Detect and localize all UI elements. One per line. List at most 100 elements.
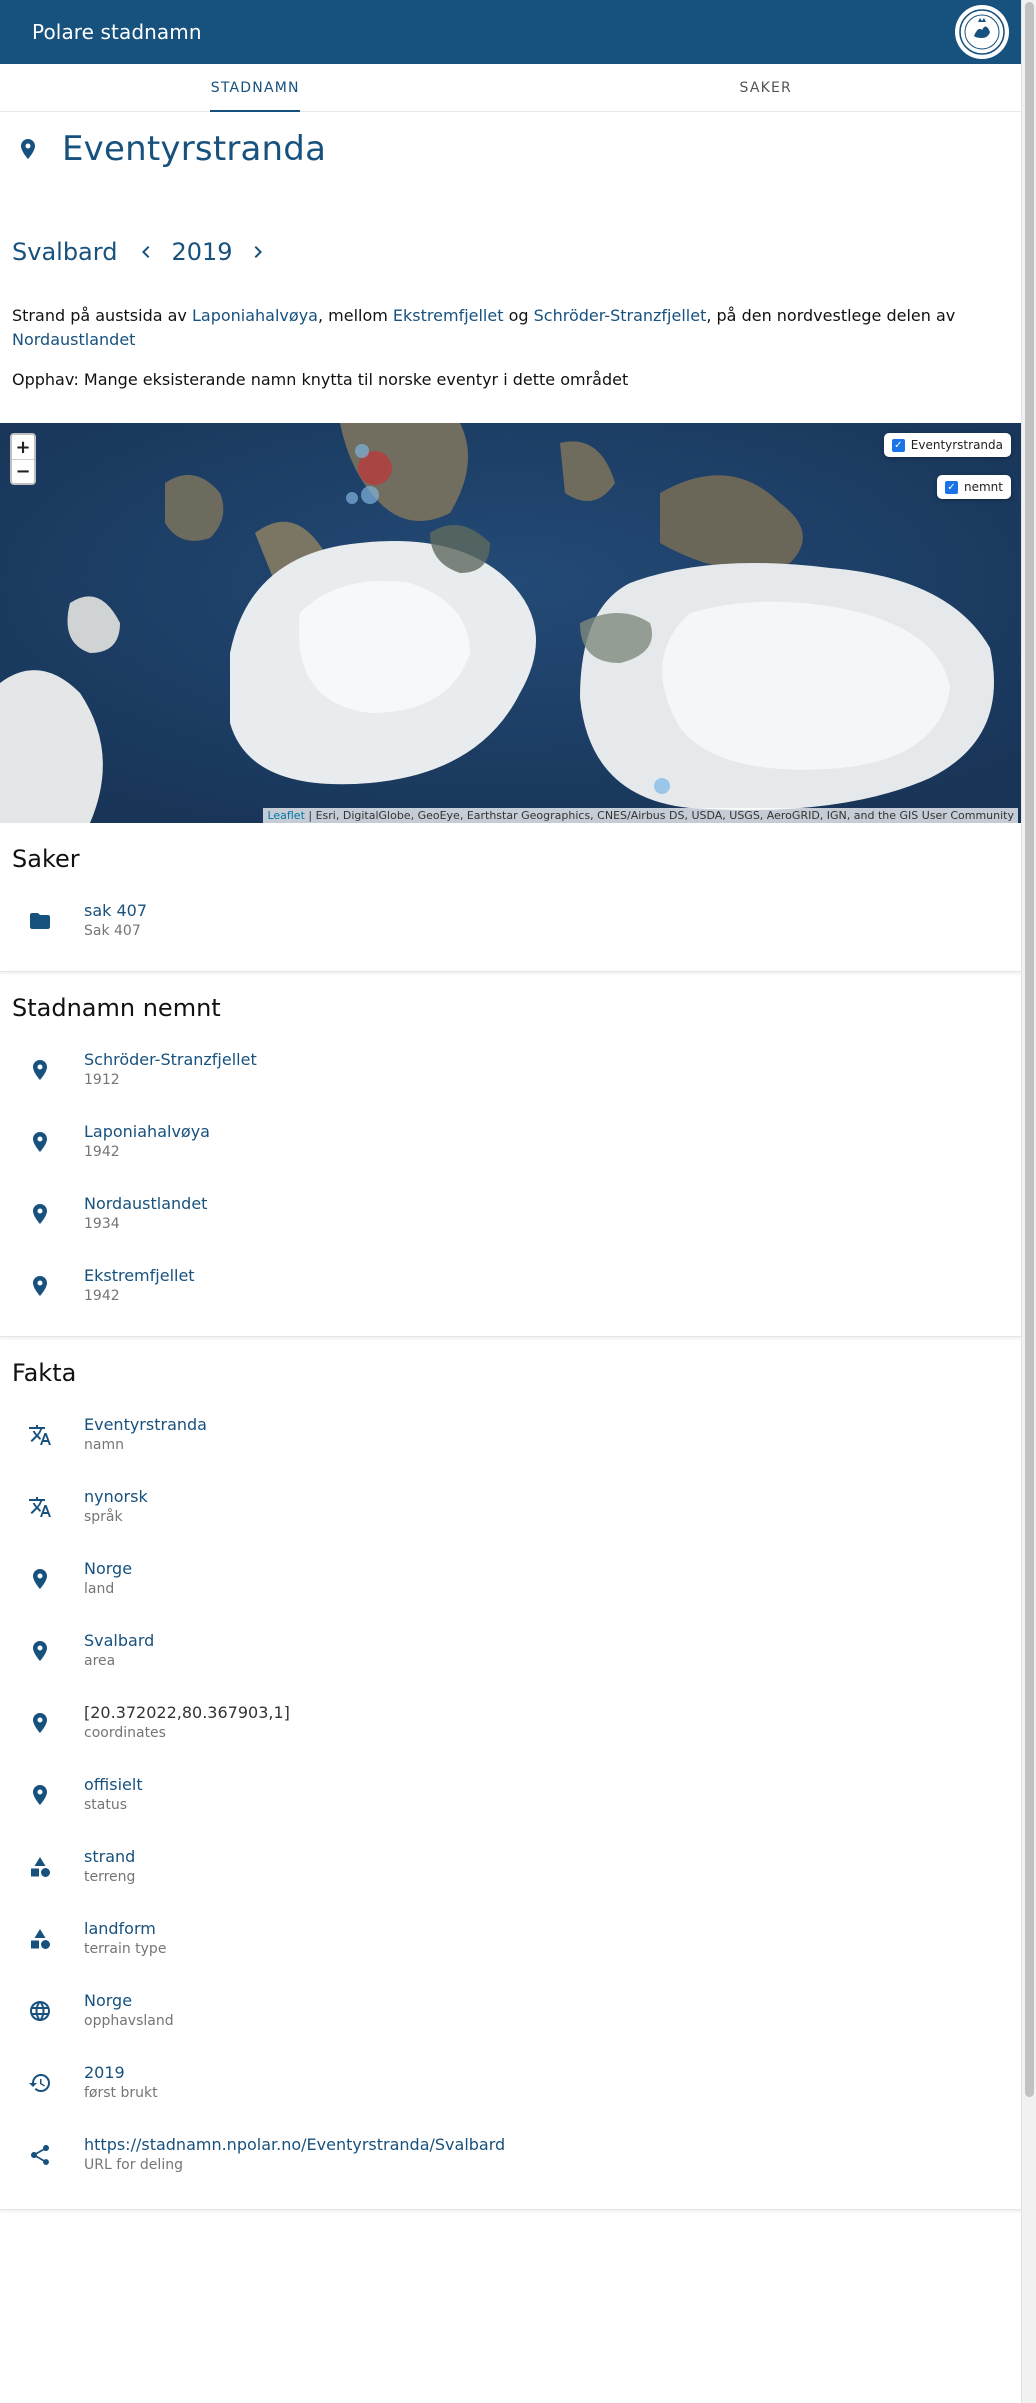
item-primary[interactable]: offisielt xyxy=(84,1775,143,1795)
section-heading: Saker xyxy=(12,845,80,873)
layer-label: Eventyrstranda xyxy=(910,438,1003,452)
checkbox-checked-icon[interactable]: ✓ xyxy=(891,438,905,452)
area-year-selector: Svalbard 2019 xyxy=(0,232,1021,272)
attribution-text: | Esri, DigitalGlobe, GeoEye, Earthstar … xyxy=(304,809,1014,822)
fact-item-status[interactable]: offisielt status xyxy=(0,1759,1021,1831)
area-link[interactable]: Svalbard xyxy=(12,238,117,266)
nemnt-section: Stadnamn nemnt Schröder-Stranzfjellet 191… xyxy=(0,972,1021,1337)
marker-nemnt[interactable] xyxy=(654,778,670,794)
list-item[interactable]: Laponiahalvøya 1942 xyxy=(0,1106,1021,1178)
fact-item-namn[interactable]: Eventyrstranda namn xyxy=(0,1399,1021,1471)
chevron-right-icon[interactable] xyxy=(243,237,273,267)
place-icon xyxy=(21,139,35,159)
vertical-scrollbar[interactable] xyxy=(1021,0,1036,2403)
checkbox-checked-icon[interactable]: ✓ xyxy=(945,480,958,494)
zoom-in-button[interactable]: + xyxy=(12,435,34,459)
list-item[interactable]: Nordaustlandet 1934 xyxy=(0,1178,1021,1250)
saker-section: Saker sak 407 Sak 407 xyxy=(0,823,1021,972)
item-primary[interactable]: Norge xyxy=(84,1991,174,2011)
link-laponiahalvoya[interactable]: Laponiahalvøya xyxy=(192,306,318,325)
place-heading: Eventyrstranda xyxy=(0,112,1021,186)
fakta-section: Fakta Eventyrstranda namn nynorsk språk No… xyxy=(0,1337,1021,2210)
item-primary[interactable]: Norge xyxy=(84,1559,132,1579)
zoom-out-button[interactable]: − xyxy=(12,459,34,483)
fact-item-land[interactable]: Norge land xyxy=(0,1543,1021,1615)
item-primary[interactable]: landform xyxy=(84,1919,166,1939)
place-icon xyxy=(24,1567,56,1591)
link-ekstremfjellet[interactable]: Ekstremfjellet xyxy=(393,306,504,325)
marker-nemnt[interactable] xyxy=(355,444,369,458)
tab-stadnamn[interactable]: STADNAMN xyxy=(0,64,511,111)
tab-saker[interactable]: SAKER xyxy=(511,64,1022,111)
place-icon xyxy=(24,1058,56,1082)
item-secondary: først brukt xyxy=(84,2085,158,2101)
link-nordaustlandet[interactable]: Nordaustlandet xyxy=(12,330,135,349)
layer-label: nemnt xyxy=(964,480,1003,494)
layer-toggle-eventyrstranda[interactable]: ✓ Eventyrstranda xyxy=(883,433,1011,457)
item-secondary: terreng xyxy=(84,1869,136,1885)
description-text: , mellom xyxy=(317,306,393,325)
tab-bar: STADNAMN SAKER xyxy=(0,64,1021,112)
fact-item-forst-brukt[interactable]: 2019 først brukt xyxy=(0,2047,1021,2119)
item-primary[interactable]: nynorsk xyxy=(84,1487,148,1507)
item-secondary: 1934 xyxy=(84,1216,120,1232)
fact-item-terrain-type[interactable]: landform terrain type xyxy=(0,1903,1021,1975)
item-secondary: terrain type xyxy=(84,1941,167,1957)
share-url-link[interactable]: https://stadnamn.npolar.no/Eventyrstrand… xyxy=(84,2135,505,2155)
fact-item-terreng[interactable]: strand terreng xyxy=(0,1831,1021,1903)
item-secondary: 1942 xyxy=(84,1144,120,1160)
link-schroder-stranzfjellet[interactable]: Schröder-Stranzfjellet xyxy=(534,306,707,325)
page: Polare stadnamn STADNAMN SAKER Eventyrst… xyxy=(0,0,1021,2403)
item-secondary: land xyxy=(84,1581,115,1597)
item-secondary: namn xyxy=(84,1437,124,1453)
map[interactable]: + − ✓ Eventyrstranda ✓ nemnt Leaflet | E… xyxy=(0,423,1021,823)
item-secondary: Sak 407 xyxy=(84,923,141,939)
history-icon xyxy=(24,2071,56,2095)
folder-icon xyxy=(24,909,56,933)
year-value: 2019 xyxy=(171,238,233,266)
list-item[interactable]: Ekstremfjellet 1942 xyxy=(0,1250,1021,1322)
description-text: Strand på austsida av xyxy=(12,306,192,325)
satellite-imagery xyxy=(0,423,1021,823)
section-heading: Fakta xyxy=(12,1359,77,1387)
place-origin: Opphav: Mange eksisterande namn knytta t… xyxy=(12,370,629,389)
category-icon xyxy=(24,1855,56,1879)
scrollbar-thumb[interactable] xyxy=(1025,2,1034,2097)
marker-nemnt[interactable] xyxy=(361,486,379,504)
list-item[interactable]: Schröder-Stranzfjellet 1912 xyxy=(0,1034,1021,1106)
place-icon xyxy=(24,1711,56,1735)
chevron-left-icon[interactable] xyxy=(131,237,161,267)
page-title: Eventyrstranda xyxy=(62,129,327,169)
layer-toggle-nemnt[interactable]: ✓ nemnt xyxy=(937,475,1011,499)
fact-item-area[interactable]: Svalbard area xyxy=(0,1615,1021,1687)
item-primary[interactable]: sak 407 xyxy=(84,901,147,921)
item-primary[interactable]: 2019 xyxy=(84,2063,158,2083)
item-primary[interactable]: Svalbard xyxy=(84,1631,154,1651)
item-secondary: språk xyxy=(84,1509,123,1525)
fact-item-coordinates: [20.372022,80.367903,1] coordinates xyxy=(0,1687,1021,1759)
translate-icon xyxy=(24,1423,56,1447)
item-primary[interactable]: strand xyxy=(84,1847,135,1867)
fact-item-sprak[interactable]: nynorsk språk xyxy=(0,1471,1021,1543)
map-attribution: Leaflet | Esri, DigitalGlobe, GeoEye, Ea… xyxy=(263,808,1018,823)
institute-logo-icon[interactable] xyxy=(955,5,1009,59)
item-primary[interactable]: Nordaustlandet xyxy=(84,1194,207,1214)
item-primary[interactable]: Schröder-Stranzfjellet xyxy=(84,1050,257,1070)
item-primary[interactable]: Eventyrstranda xyxy=(84,1415,207,1435)
fact-item-share-url[interactable]: https://stadnamn.npolar.no/Eventyrstrand… xyxy=(0,2119,1021,2191)
app-bar: Polare stadnamn xyxy=(0,0,1021,64)
translate-icon xyxy=(24,1495,56,1519)
place-icon xyxy=(24,1783,56,1807)
item-secondary: 1942 xyxy=(84,1288,120,1304)
description-text: , på den nordvestlege delen av xyxy=(706,306,956,325)
marker-nemnt[interactable] xyxy=(346,492,358,504)
zoom-control: + − xyxy=(10,433,36,485)
item-secondary: opphavsland xyxy=(84,2013,174,2029)
fact-item-opphavsland[interactable]: Norge opphavsland xyxy=(0,1975,1021,2047)
item-primary[interactable]: Ekstremfjellet xyxy=(84,1266,195,1286)
item-primary: [20.372022,80.367903,1] xyxy=(84,1703,290,1722)
leaflet-link[interactable]: Leaflet xyxy=(267,809,304,822)
list-item[interactable]: sak 407 Sak 407 xyxy=(0,885,1021,957)
place-icon xyxy=(24,1274,56,1298)
item-primary[interactable]: Laponiahalvøya xyxy=(84,1122,210,1142)
